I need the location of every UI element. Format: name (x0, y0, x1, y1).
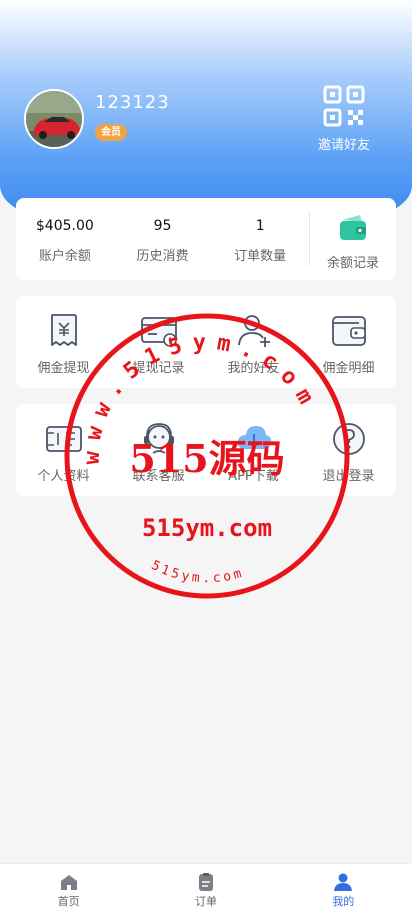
stat-value: $405.00 (35, 218, 94, 234)
invite-friends-button[interactable]: 邀请好友 (314, 85, 374, 153)
orders-icon (198, 873, 213, 891)
account-stats-card: $405.00 账户余额 95 历史消费 1 订单数量 余额记录 (16, 198, 396, 280)
bottom-tab-bar: 首页 订单 我的 (0, 863, 412, 915)
stat-value: 95 (153, 218, 172, 234)
menu-label: 联系客服 (132, 469, 185, 484)
menu-app-download[interactable]: APP下载 (206, 404, 301, 496)
app-download-icon (237, 426, 271, 449)
menu-label: APP下载 (228, 469, 279, 484)
friends-icon (237, 315, 270, 347)
tab-label: 我的 (332, 895, 355, 908)
withdraw-record-icon (140, 317, 177, 347)
menu-commission-withdraw[interactable]: 佣金提现 (16, 296, 111, 388)
menu-profile[interactable]: 个人资料 (16, 404, 111, 496)
watermark-bottom-text: 515ym.com (149, 558, 246, 586)
stat-label: 订单数量 (234, 249, 287, 264)
menu-label: 个人资料 (37, 469, 90, 484)
stat-value: 1 (255, 218, 265, 234)
stat-order-count[interactable]: 1 订单数量 (211, 198, 309, 280)
balance-record-label: 余额记录 (327, 256, 380, 271)
tab-label: 首页 (57, 895, 80, 908)
balance-record-button[interactable]: 余额记录 (310, 198, 396, 280)
user-icon (334, 873, 353, 891)
menu-commission-detail[interactable]: 佣金明细 (301, 296, 396, 388)
menu-customer-service[interactable]: 联系客服 (111, 404, 206, 496)
avatar[interactable] (24, 89, 84, 149)
profile-icon (45, 426, 82, 452)
commission-withdraw-icon (50, 314, 77, 346)
menu-label: 退出登录 (322, 469, 375, 484)
invite-friends-label: 邀请好友 (317, 138, 370, 153)
stat-balance[interactable]: $405.00 账户余额 (16, 198, 114, 280)
menu-withdraw-record[interactable]: 提现记录 (111, 296, 206, 388)
stat-label: 账户余额 (38, 249, 91, 264)
menu-my-friends[interactable]: 我的好友 (206, 296, 301, 388)
menu-label: 我的好友 (227, 361, 280, 376)
qr-code-icon (323, 85, 365, 127)
commission-menu: 佣金提现 提现记录 我的好友 佣金明细 (16, 296, 396, 388)
menu-label: 佣金提现 (37, 361, 90, 376)
watermark-url-text: 515ym.com (142, 514, 272, 542)
menu-logout[interactable]: 退出登录 (301, 404, 396, 496)
customer-service-icon (143, 423, 174, 454)
menu-label: 佣金明细 (322, 361, 375, 376)
username: 123123 (95, 92, 170, 113)
wallet-icon (340, 215, 367, 240)
commission-detail-icon (331, 316, 366, 346)
tab-label: 订单 (194, 895, 217, 908)
tab-home[interactable]: 首页 (0, 864, 137, 915)
member-badge: 会员 (95, 124, 127, 141)
tab-orders[interactable]: 订单 (137, 864, 274, 915)
stat-label: 历史消费 (136, 249, 189, 264)
stat-history-spend[interactable]: 95 历史消费 (114, 198, 212, 280)
menu-label: 提现记录 (132, 361, 185, 376)
account-menu: 个人资料 联系客服 APP下载 退出登录 (16, 404, 396, 496)
home-icon (60, 875, 77, 890)
logout-icon (332, 423, 365, 455)
tab-mine[interactable]: 我的 (275, 864, 412, 915)
